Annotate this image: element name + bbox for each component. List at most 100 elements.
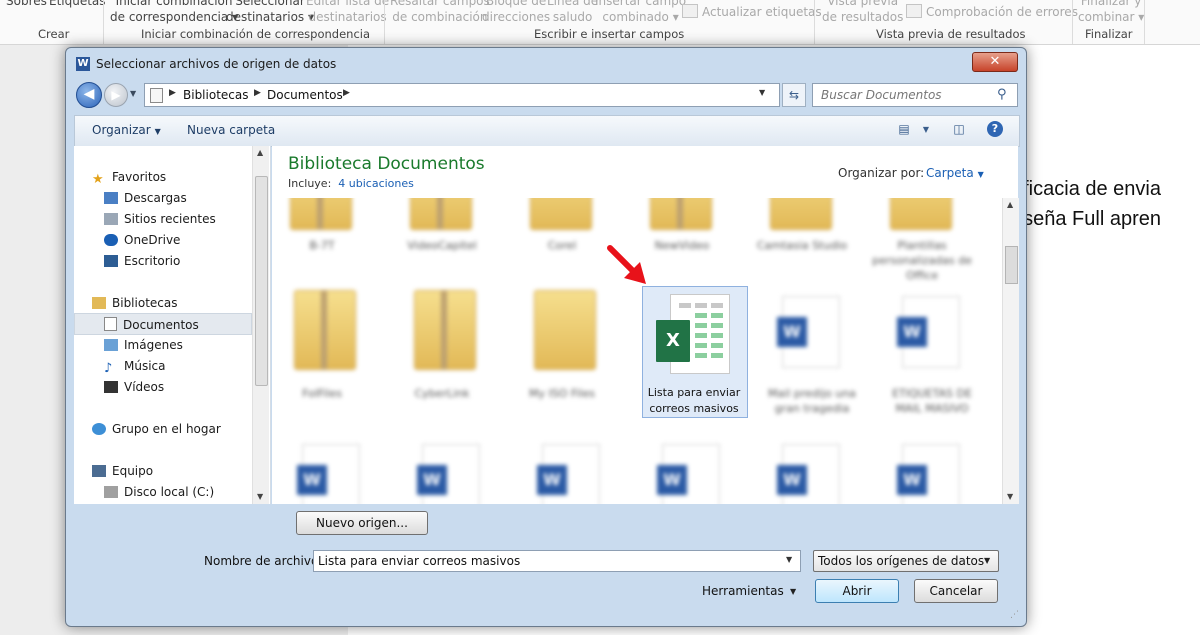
finalizar-combinar-button[interactable]: Finalizar y combinar ▾	[1078, 0, 1144, 25]
breadcrumb-chevron-icon[interactable]: ▶	[343, 88, 350, 98]
breadcrumb-chevron-icon[interactable]: ▶	[254, 88, 261, 98]
resaltar-campos-button[interactable]: Resaltar campos de combinación	[390, 0, 490, 25]
word-document-icon[interactable]: W	[657, 444, 720, 504]
seleccionar-destinatarios-button[interactable]: Seleccionar destinatarios ▾	[226, 0, 314, 25]
includes-link[interactable]: 4 ubicaciones	[338, 177, 414, 190]
word-document-icon[interactable]: W	[417, 444, 480, 504]
file-tile[interactable]: My ISO Files	[512, 386, 612, 401]
bloque-direcciones-button[interactable]: Bloque de direcciones	[482, 0, 550, 25]
word-document-icon[interactable]: W	[897, 296, 960, 368]
folder-icon[interactable]	[534, 290, 596, 370]
address-row: ◀ ▶ ▼ ▶ Bibliotecas ▶ Documentos ▶ ▼ ⇆ B…	[74, 82, 1018, 108]
organizar-button[interactable]: Organizar ▼	[92, 123, 161, 137]
folder-icon[interactable]	[290, 198, 352, 230]
back-arrow-icon[interactable]: ◀	[76, 82, 102, 108]
file-label: VideoCapitel	[407, 239, 477, 252]
help-icon[interactable]: ?	[987, 121, 1003, 137]
actualizar-etiquetas-button[interactable]: Actualizar etiquetas	[682, 4, 822, 20]
preview-pane-icon[interactable]: ◫	[951, 122, 967, 138]
word-document-icon[interactable]: W	[897, 444, 960, 504]
breadcrumb-documentos[interactable]: Documentos	[267, 88, 343, 102]
word-document-icon[interactable]: W	[537, 444, 600, 504]
comprobacion-errores-button[interactable]: Comprobación de errores	[906, 4, 1078, 20]
red-arrow-icon	[607, 245, 646, 284]
filetype-select[interactable]: Todos los orígenes de datos ▼	[813, 550, 999, 572]
file-list-scrollbar-thumb[interactable]	[1005, 246, 1018, 284]
refresh-icon[interactable]: ⇆	[782, 83, 806, 107]
word-document-icon[interactable]: W	[777, 444, 840, 504]
editar-lista-button[interactable]: Editar lista de destinatarios	[306, 0, 389, 25]
nav-label: Descargas	[124, 191, 187, 205]
file-tile[interactable]: B-7T	[272, 238, 372, 253]
cancelar-button[interactable]: Cancelar	[914, 579, 998, 603]
folder-icon[interactable]	[414, 290, 476, 370]
nav-item-documentos[interactable]: Documentos	[104, 317, 199, 335]
nav-item-disco-local[interactable]: Disco local (C:)	[104, 485, 214, 503]
recent-locations-dropdown-icon[interactable]: ▼	[130, 89, 136, 98]
search-icon[interactable]: ⚲	[997, 87, 1007, 102]
abrir-button[interactable]: Abrir	[815, 579, 899, 603]
file-list-scrollbar[interactable]: ▲ ▼	[1002, 198, 1019, 504]
word-document-icon[interactable]: W	[297, 444, 360, 504]
nav-item-sitios-recientes[interactable]: Sitios recientes	[104, 212, 216, 230]
word-document-icon[interactable]: W	[777, 296, 840, 368]
resize-grip-icon[interactable]: ⋰	[1010, 610, 1022, 622]
change-view-icon[interactable]: ▤	[897, 122, 911, 138]
insertar-campo-button[interactable]: Insertar campo combinado ▾	[595, 0, 686, 25]
nav-item-descargas[interactable]: Descargas	[104, 191, 187, 209]
scroll-down-icon[interactable]: ▼	[257, 492, 263, 501]
search-input[interactable]: Buscar Documentos ⚲	[812, 83, 1018, 107]
nueva-carpeta-button[interactable]: Nueva carpeta	[187, 123, 275, 137]
file-tile[interactable]: ETIQUETAS DE MAIL MASIVO	[882, 386, 982, 416]
folder-icon[interactable]	[530, 198, 592, 230]
filename-history-dropdown-icon[interactable]: ▼	[786, 555, 792, 564]
iniciar-combinacion-button[interactable]: Iniciar combinación de correspondencia ▾	[110, 0, 238, 25]
file-tile[interactable]: Camtasia Studio	[752, 238, 852, 253]
nav-item-imagenes[interactable]: Imágenes	[104, 338, 183, 356]
scroll-up-icon[interactable]: ▲	[257, 148, 263, 157]
file-tile[interactable]: Corel	[512, 238, 612, 253]
organize-by-dropdown[interactable]: Carpeta ▼	[926, 166, 984, 180]
folder-icon[interactable]	[770, 198, 832, 230]
nav-item-musica[interactable]: ♪ Música	[104, 359, 166, 377]
folder-icon[interactable]	[890, 198, 952, 230]
file-tile[interactable]: CyberLink	[392, 386, 492, 401]
document-text-line: nseña Full apren	[1012, 208, 1161, 230]
file-tile[interactable]: VideoCapitel	[392, 238, 492, 253]
address-bar[interactable]: ▶ Bibliotecas ▶ Documentos ▶ ▼	[144, 83, 780, 107]
folder-icon[interactable]	[410, 198, 472, 230]
nav-item-grupo-hogar[interactable]: Grupo en el hogar	[92, 422, 221, 440]
filename-input[interactable]: Lista para enviar correos masivos ▼	[313, 550, 801, 572]
nav-item-equipo[interactable]: Equipo	[92, 464, 153, 482]
nav-item-bibliotecas[interactable]: Bibliotecas	[92, 296, 177, 314]
file-tile[interactable]: Plantillas personalizadas de Office	[872, 238, 972, 283]
breadcrumb-bibliotecas[interactable]: Bibliotecas	[183, 88, 248, 102]
file-tile[interactable]: Mail predijo una gran tragedia	[762, 386, 862, 416]
breadcrumb-chevron-icon[interactable]: ▶	[169, 88, 176, 98]
herramientas-button[interactable]: Herramientas	[702, 584, 784, 598]
linea-saludo-button[interactable]: Línea de saludo	[547, 0, 598, 25]
herramientas-dropdown-icon[interactable]: ▼	[790, 587, 796, 596]
nav-label: OneDrive	[124, 233, 181, 247]
nuevo-origen-button[interactable]: Nuevo origen...	[296, 511, 428, 535]
etiquetas-button[interactable]: Etiquetas	[49, 0, 106, 9]
scroll-down-icon[interactable]: ▼	[1007, 492, 1013, 501]
folder-icon[interactable]	[294, 290, 356, 370]
nav-scrollbar[interactable]: ▲ ▼	[252, 146, 269, 504]
nav-item-onedrive[interactable]: OneDrive	[104, 233, 180, 251]
sobres-button[interactable]: Sobres	[6, 0, 47, 9]
nav-scrollbar-thumb[interactable]	[255, 176, 268, 386]
address-dropdown-icon[interactable]: ▼	[759, 88, 765, 97]
nav-item-escritorio[interactable]: Escritorio	[104, 254, 180, 272]
scroll-up-icon[interactable]: ▲	[1007, 200, 1013, 209]
close-button[interactable]: ✕	[972, 52, 1018, 72]
nav-item-favoritos[interactable]: ★ Favoritos	[92, 170, 166, 188]
view-options-dropdown-icon[interactable]: ▼	[921, 125, 931, 141]
file-tile[interactable]: FolFiles	[272, 386, 372, 401]
computer-icon	[92, 465, 106, 477]
nav-item-videos[interactable]: Vídeos	[104, 380, 164, 398]
library-title: Biblioteca Documentos	[288, 154, 485, 174]
vista-previa-button[interactable]: Vista previa de resultados	[822, 0, 903, 25]
folder-icon[interactable]	[650, 198, 712, 230]
forward-arrow-icon[interactable]: ▶	[104, 83, 128, 107]
